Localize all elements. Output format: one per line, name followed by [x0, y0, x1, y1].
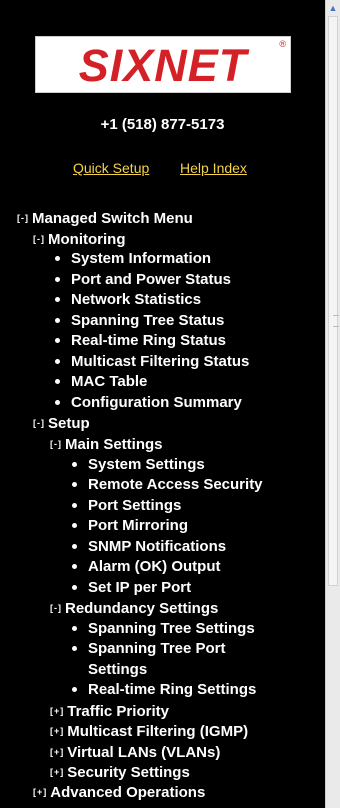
logo-wordmark: SIXNET	[78, 40, 248, 91]
menu-item-set-ip-per-port[interactable]: Set IP per Port	[88, 578, 191, 598]
collapse-toggle[interactable]: [-]	[17, 208, 29, 228]
collapse-toggle[interactable]: [-]	[50, 434, 62, 454]
setup-label: Setup	[48, 415, 90, 432]
advanced-operations-label: Advanced Operations	[50, 784, 206, 801]
bullet-icon	[72, 626, 77, 631]
menu-item-mac-table[interactable]: MAC Table	[71, 372, 147, 392]
menu-root[interactable]: [-] Managed Switch Menu	[17, 208, 193, 229]
main-settings-folder[interactable]: [-] Main Settings	[50, 434, 163, 455]
menu-item-port-mirroring[interactable]: Port Mirroring	[88, 516, 188, 536]
main-settings-label: Main Settings	[65, 436, 163, 453]
menu-item-system-settings[interactable]: System Settings	[88, 455, 205, 475]
menu-item-real-time-ring-settings[interactable]: Real-time Ring Settings	[88, 680, 256, 700]
bullet-icon	[55, 338, 60, 343]
monitoring-label: Monitoring	[48, 231, 126, 248]
sixnet-logo: SIXNET ®	[35, 36, 291, 93]
bullet-icon	[72, 503, 77, 508]
bullet-icon	[55, 318, 60, 323]
quick-setup-link[interactable]: Quick Setup	[73, 160, 149, 176]
expand-toggle[interactable]: [+]	[33, 782, 47, 802]
setup-folder[interactable]: [-] Setup	[33, 413, 90, 434]
vertical-scrollbar[interactable]: ▲	[325, 0, 340, 808]
menu-item-multicast-filtering-status[interactable]: Multicast Filtering Status	[71, 352, 249, 372]
collapse-toggle[interactable]: [-]	[33, 413, 45, 433]
vlans-folder[interactable]: [+] Virtual LANs (VLANs)	[50, 742, 220, 763]
help-index-link[interactable]: Help Index	[180, 160, 247, 176]
bullet-icon	[72, 585, 77, 590]
expand-toggle[interactable]: [+]	[50, 701, 64, 721]
menu-item-system-information[interactable]: System Information	[71, 249, 211, 269]
redundancy-settings-label: Redundancy Settings	[65, 600, 219, 617]
bullet-icon	[55, 359, 60, 364]
scroll-up-arrow-icon[interactable]: ▲	[328, 3, 338, 13]
redundancy-settings-folder[interactable]: [-] Redundancy Settings	[50, 598, 218, 619]
bullet-icon	[55, 277, 60, 282]
phone-number: +1 (518) 877-5173	[100, 116, 225, 133]
bullet-icon	[72, 462, 77, 467]
scrollbar-thumb[interactable]	[328, 16, 339, 586]
multicast-filtering-label: Multicast Filtering (IGMP)	[67, 723, 249, 740]
expand-toggle[interactable]: [+]	[50, 721, 64, 741]
menu-item-real-time-ring-status[interactable]: Real-time Ring Status	[71, 331, 226, 351]
menu-item-snmp-notifications[interactable]: SNMP Notifications	[88, 537, 226, 557]
menu-item-network-statistics[interactable]: Network Statistics	[71, 290, 201, 310]
security-settings-label: Security Settings	[67, 764, 190, 781]
vlans-label: Virtual LANs (VLANs)	[67, 744, 221, 761]
bullet-icon	[55, 297, 60, 302]
bullet-icon	[55, 379, 60, 384]
monitoring-folder[interactable]: [-] Monitoring	[33, 229, 125, 250]
bullet-icon	[72, 646, 77, 651]
menu-item-alarm-ok-output[interactable]: Alarm (OK) Output	[88, 557, 221, 577]
scroll-grip-icon	[333, 315, 339, 327]
bullet-icon	[72, 523, 77, 528]
menu-item-spanning-tree-port-settings-wrap[interactable]: Settings	[88, 660, 147, 680]
navigation-panel: SIXNET ® +1 (518) 877-5173 Quick Setup H…	[0, 0, 325, 808]
menu-item-port-and-power-status[interactable]: Port and Power Status	[71, 270, 231, 290]
menu-item-spanning-tree-settings[interactable]: Spanning Tree Settings	[88, 619, 255, 639]
bullet-icon	[72, 482, 77, 487]
advanced-operations-folder[interactable]: [+] Advanced Operations	[33, 782, 205, 803]
expand-toggle[interactable]: [+]	[50, 762, 64, 782]
menu-item-configuration-summary[interactable]: Configuration Summary	[71, 393, 242, 413]
menu-root-label: Managed Switch Menu	[32, 210, 193, 227]
collapse-toggle[interactable]: [-]	[50, 598, 62, 618]
multicast-filtering-folder[interactable]: [+] Multicast Filtering (IGMP)	[50, 721, 248, 742]
bullet-icon	[72, 687, 77, 692]
menu-item-spanning-tree-status[interactable]: Spanning Tree Status	[71, 311, 224, 331]
expand-toggle[interactable]: [+]	[50, 742, 64, 762]
bullet-icon	[55, 256, 60, 261]
bullet-icon	[72, 564, 77, 569]
traffic-priority-label: Traffic Priority	[67, 703, 169, 720]
bullet-icon	[55, 400, 60, 405]
menu-item-spanning-tree-port-settings[interactable]: Spanning Tree Port	[88, 639, 226, 659]
security-settings-folder[interactable]: [+] Security Settings	[50, 762, 190, 783]
bullet-icon	[72, 544, 77, 549]
registered-mark: ®	[279, 39, 286, 49]
collapse-toggle[interactable]: [-]	[33, 229, 45, 249]
menu-item-port-settings[interactable]: Port Settings	[88, 496, 181, 516]
traffic-priority-folder[interactable]: [+] Traffic Priority	[50, 701, 169, 722]
menu-item-remote-access-security[interactable]: Remote Access Security	[88, 475, 263, 495]
